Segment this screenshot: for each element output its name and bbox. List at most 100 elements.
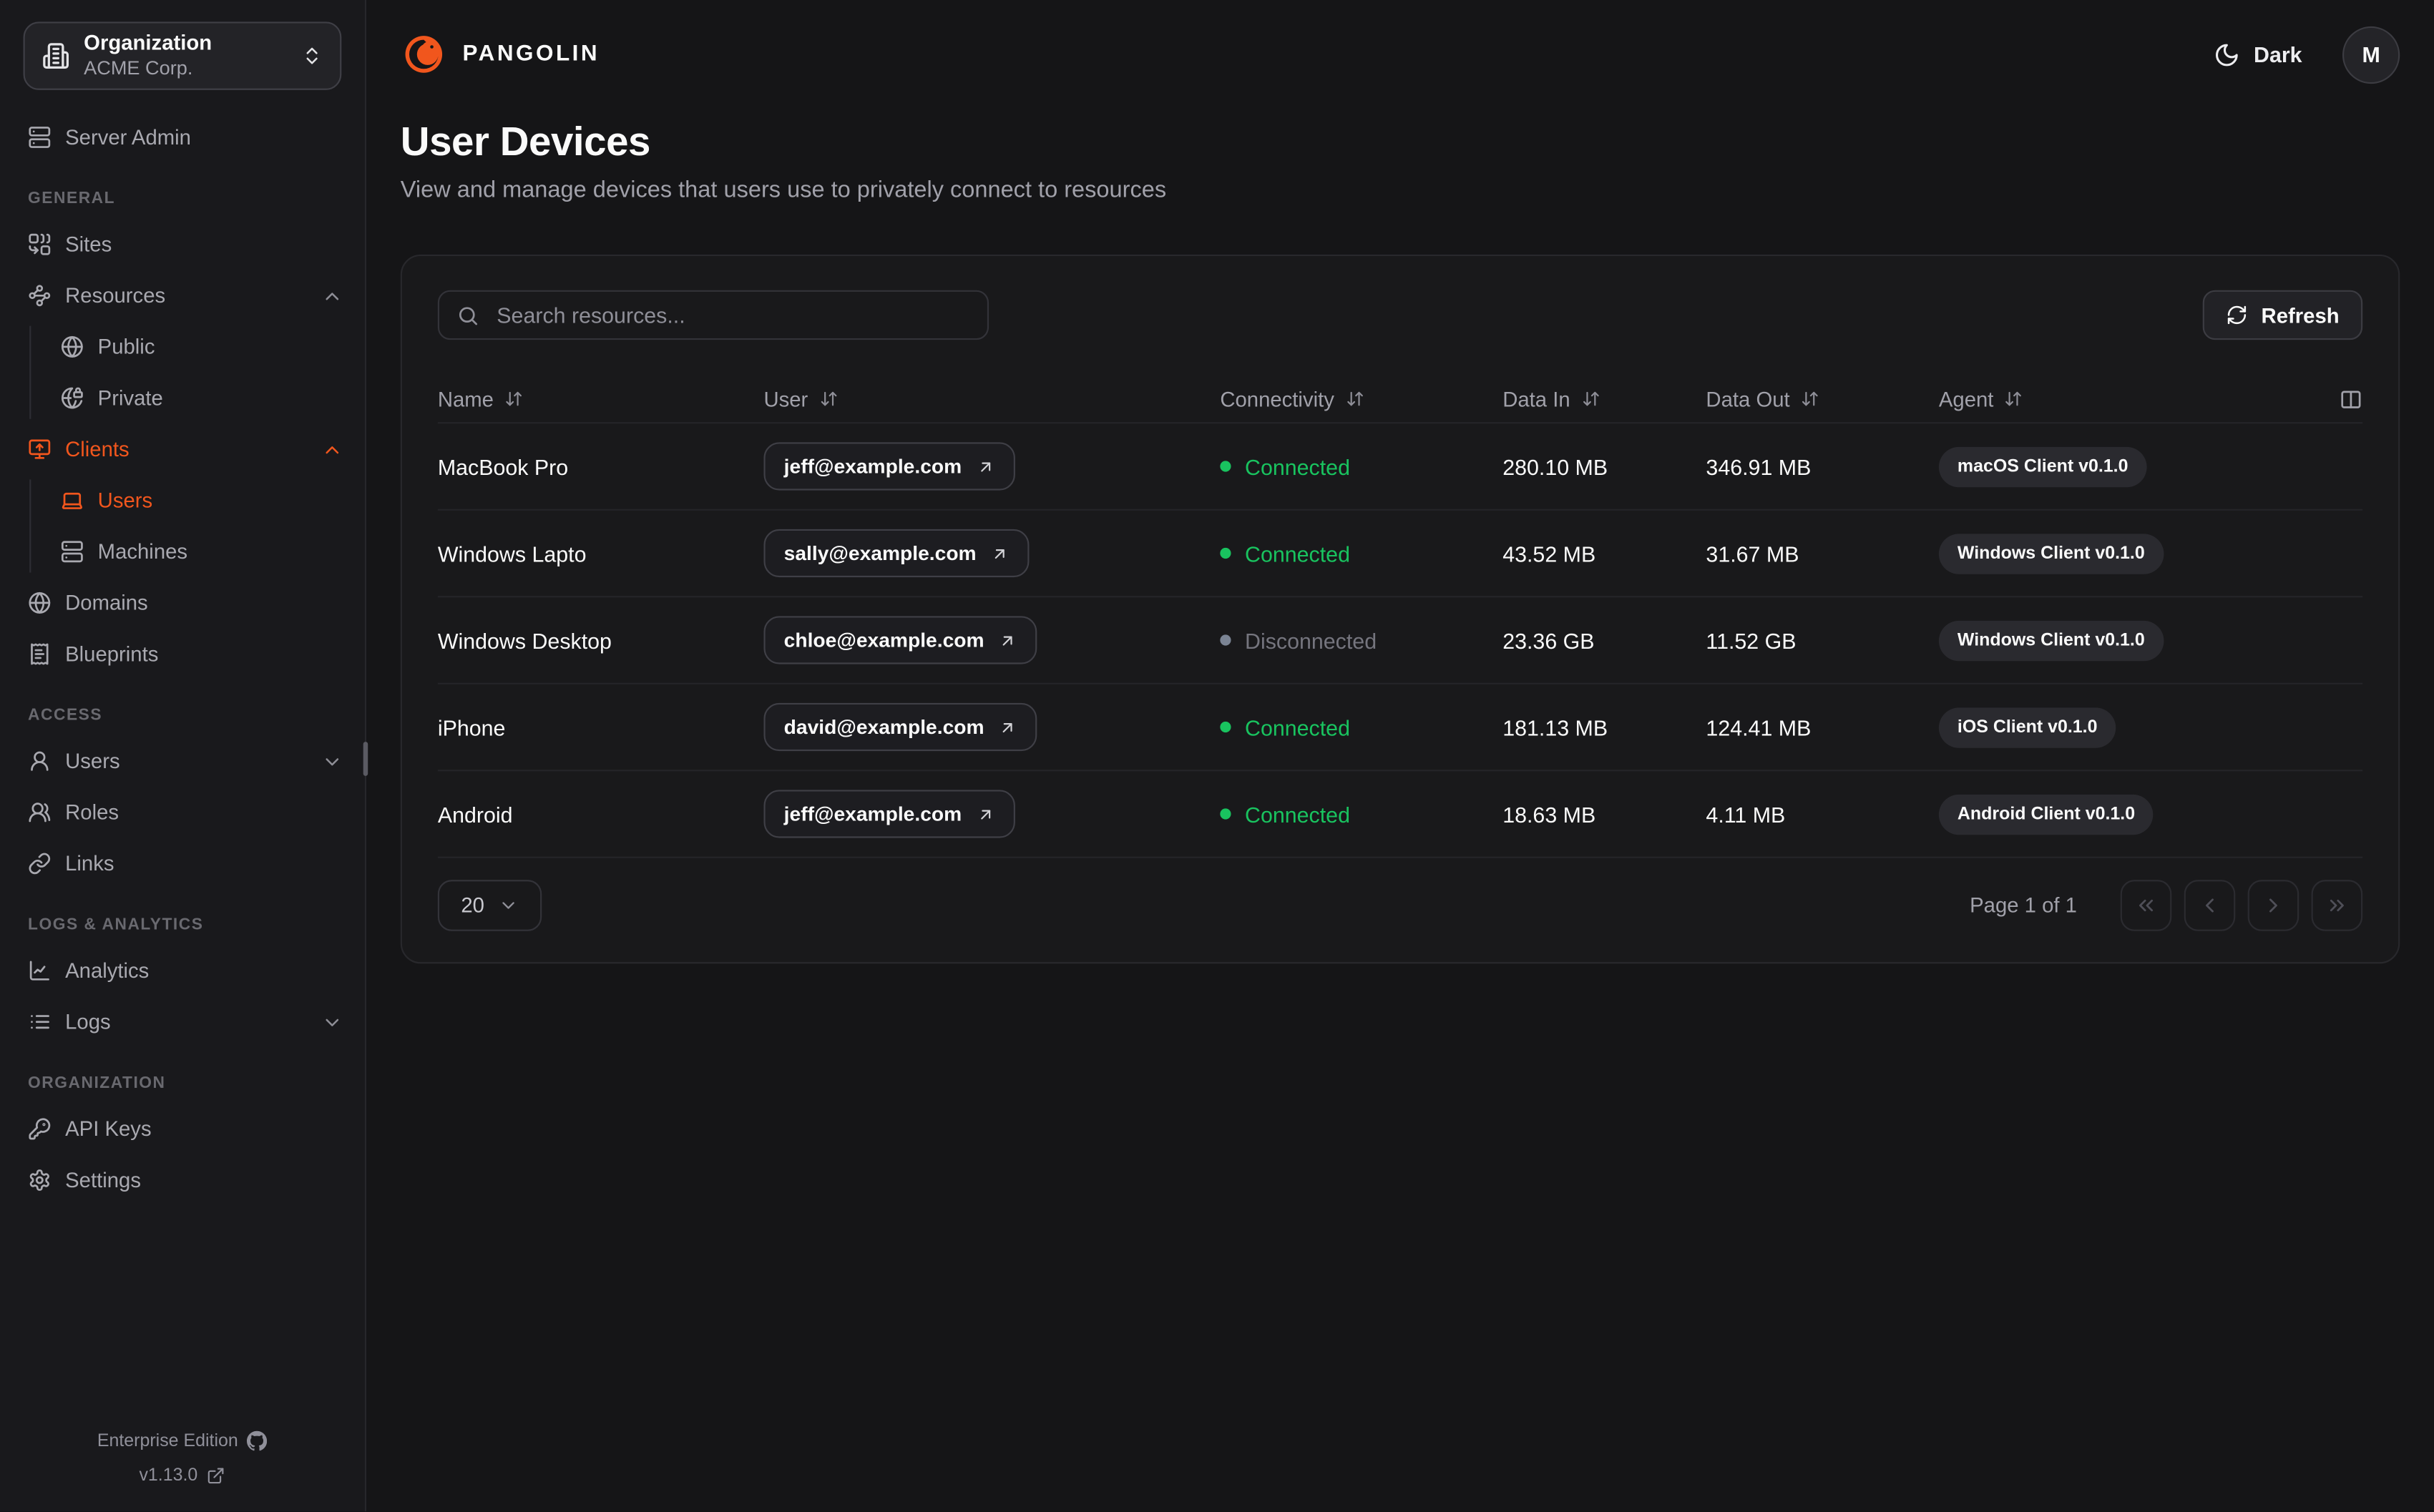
sidebar-item-users-access[interactable]: Users [0, 735, 365, 787]
waypoints-icon [28, 284, 52, 308]
user-avatar[interactable]: M [2342, 25, 2400, 84]
sidebar-item-blueprints[interactable]: Blueprints [0, 629, 365, 680]
sidebar-item-server-admin[interactable]: Server Admin [0, 112, 365, 163]
data-in-cell: 18.63 MB [1502, 801, 1596, 827]
column-visibility-button[interactable] [2340, 387, 2363, 411]
sidebar-item-label: Resources [65, 284, 166, 308]
gear-icon [28, 1169, 52, 1192]
sidebar-item-analytics[interactable]: Analytics [0, 945, 365, 996]
monitor-up-icon [28, 438, 52, 461]
status-dot [1220, 808, 1231, 820]
sidebar-item-links[interactable]: Links [0, 838, 365, 890]
server-icon [61, 540, 84, 564]
device-name-cell: Android [437, 801, 513, 827]
chevron-right-icon [2262, 894, 2285, 918]
org-selector[interactable]: Organization ACME Corp. [23, 21, 342, 90]
topbar-right: Dark M [2204, 25, 2400, 84]
brand-link[interactable]: PANGOLIN [401, 31, 600, 77]
sidebar-item-private[interactable]: Private [0, 373, 365, 424]
sidebar-item-public[interactable]: Public [0, 321, 365, 373]
sidebar-item-label: Domains [65, 591, 148, 615]
column-header-connectivity[interactable]: Connectivity [1220, 387, 1502, 411]
previous-page-button[interactable] [2184, 880, 2236, 931]
sort-icon [1345, 390, 1364, 408]
user-cell: jeff@example.com [763, 442, 1220, 491]
sort-icon [1581, 390, 1600, 408]
user-link-button[interactable]: jeff@example.com [763, 790, 1015, 838]
sidebar-item-users-clients[interactable]: Users [0, 475, 365, 526]
table-row: Windows Lapto sally@example.com Connecte… [437, 511, 2363, 598]
sidebar-item-domains[interactable]: Domains [0, 577, 365, 629]
sidebar-item-roles[interactable]: Roles [0, 787, 365, 838]
refresh-button[interactable]: Refresh [2202, 290, 2363, 340]
sidebar-item-label: Server Admin [65, 125, 191, 149]
chart-line-icon [28, 959, 52, 983]
chevron-up-icon [321, 438, 343, 460]
pagination-controls: Page 1 of 1 [1970, 880, 2363, 931]
user-link-button[interactable]: chloe@example.com [763, 616, 1037, 664]
user-email: jeff@example.com [783, 802, 962, 826]
agent-badge: Android Client v0.1.0 [1938, 793, 2154, 835]
chevron-left-icon [2198, 894, 2222, 918]
column-label: Data Out [1706, 387, 1790, 411]
avatar-initial: M [2362, 41, 2380, 67]
sidebar-item-clients[interactable]: Clients [0, 423, 365, 475]
sidebar-item-logs[interactable]: Logs [0, 996, 365, 1048]
columns-icon [2340, 387, 2363, 411]
column-header-name[interactable]: Name [438, 387, 764, 411]
section-heading-organization: ORGANIZATION [28, 1074, 166, 1093]
sidebar-item-label: Public [97, 335, 155, 359]
page-size-select[interactable]: 20 [437, 880, 542, 931]
theme-toggle-button[interactable]: Dark [2204, 39, 2312, 69]
chevron-down-icon [498, 895, 518, 915]
data-out-cell: 4.11 MB [1706, 801, 1786, 827]
column-header-data-out[interactable]: Data Out [1706, 387, 1938, 411]
sidebar-item-machines[interactable]: Machines [0, 526, 365, 578]
column-header-data-in[interactable]: Data In [1502, 387, 1706, 411]
search-input[interactable] [493, 300, 971, 329]
combine-icon [28, 232, 52, 256]
chevrons-up-down-icon [301, 45, 323, 67]
sidebar-resize-handle[interactable] [363, 742, 368, 776]
next-page-button[interactable] [2247, 880, 2299, 931]
sidebar-item-label: Clients [65, 437, 129, 461]
chevron-down-icon [321, 1011, 343, 1033]
sidebar-item-api-keys[interactable]: API Keys [0, 1104, 365, 1155]
table-row: MacBook Pro jeff@example.com Connected 2… [437, 423, 2363, 511]
org-value: ACME Corp. [84, 57, 193, 79]
sidebar-item-label: Roles [65, 800, 119, 825]
section-heading-logs-analytics: LOGS & ANALYTICS [28, 915, 204, 935]
search-icon [456, 303, 480, 327]
user-link-button[interactable]: sally@example.com [763, 529, 1030, 578]
last-page-button[interactable] [2311, 880, 2363, 931]
first-page-button[interactable] [2120, 880, 2172, 931]
refresh-icon [2226, 304, 2247, 325]
sidebar-item-label: Users [97, 489, 153, 512]
github-icon [248, 1431, 268, 1451]
user-email: sally@example.com [783, 541, 977, 565]
data-out-cell: 346.91 MB [1706, 453, 1812, 479]
devices-card: Refresh Name User Connectivity Da [400, 254, 2400, 964]
key-icon [28, 1117, 52, 1141]
user-link-button[interactable]: david@example.com [763, 702, 1037, 752]
version-link[interactable]: v1.13.0 [0, 1458, 365, 1493]
page-subtitle: View and manage devices that users use t… [400, 177, 1167, 204]
column-header-user[interactable]: User [763, 387, 1220, 411]
sidebar-item-sites[interactable]: Sites [0, 219, 365, 270]
column-label: Name [437, 387, 494, 411]
agent-cell: Windows Client v0.1.0 [1938, 619, 2315, 661]
sidebar: Organization ACME Corp. Server Admin GEN… [0, 0, 368, 1512]
column-header-agent[interactable]: Agent [1939, 387, 2315, 411]
sort-icon [504, 390, 523, 408]
edition-link[interactable]: Enterprise Edition [0, 1424, 365, 1459]
sidebar-item-resources[interactable]: Resources [0, 270, 365, 322]
sidebar-item-settings[interactable]: Settings [0, 1154, 365, 1206]
logs-list-icon [28, 1010, 52, 1034]
user-link-button[interactable]: jeff@example.com [763, 442, 1015, 491]
page-indicator: Page 1 of 1 [1970, 893, 2077, 918]
sidebar-item-label: Users [65, 749, 120, 773]
sidebar-item-label: Logs [65, 1010, 111, 1034]
sidebar-item-label: Blueprints [65, 642, 159, 666]
connectivity-cell: Connected [1220, 802, 1502, 826]
arrow-up-right-icon [998, 717, 1017, 736]
